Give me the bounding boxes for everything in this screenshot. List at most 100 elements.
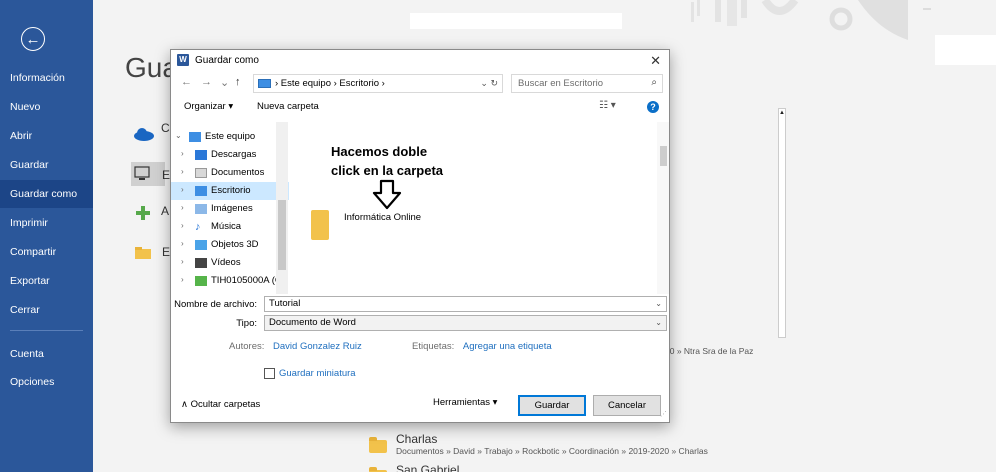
- tools-button[interactable]: Herramientas ▾: [433, 397, 497, 408]
- nav-guardar-como[interactable]: Guardar como: [0, 180, 93, 208]
- chevron-right-icon[interactable]: ›: [181, 257, 184, 266]
- scrollbar-thumb[interactable]: [660, 146, 667, 166]
- filename-input[interactable]: Tutorial ⌄: [264, 296, 667, 312]
- refresh-icon[interactable]: ⌄ ↻: [480, 78, 498, 89]
- chevron-right-icon[interactable]: ›: [181, 275, 184, 284]
- music-icon: ♪: [195, 221, 201, 233]
- tree-item-label: Descargas: [211, 149, 257, 160]
- recent-item-charlas[interactable]: Charlas Documentos » David » Trabajo » R…: [396, 432, 708, 456]
- folder-icon[interactable]: [311, 210, 329, 240]
- tags-value[interactable]: Agregar una etiqueta: [463, 341, 552, 352]
- close-icon[interactable]: ✕: [650, 53, 661, 69]
- computer-icon: [189, 132, 201, 142]
- nav-guardar[interactable]: Guardar: [0, 151, 93, 179]
- tree-item-este-equipo[interactable]: ⌄ Este equipo: [171, 128, 289, 146]
- address-row: ← → ⌄ ↑ › Este equipo › Escritorio › ⌄ ↻…: [171, 73, 669, 95]
- tree-item-descargas[interactable]: › Descargas: [171, 146, 289, 164]
- nav-exportar[interactable]: Exportar: [0, 267, 93, 295]
- nav-nuevo[interactable]: Nuevo: [0, 93, 93, 121]
- save-thumbnail-checkbox[interactable]: [264, 368, 275, 379]
- chevron-right-icon[interactable]: ›: [181, 149, 184, 158]
- navigation-scrollbar[interactable]: [276, 122, 288, 294]
- navigation-pane: ⌄ Este equipo › Descargas › Documentos ›…: [171, 122, 289, 292]
- authors-label: Autores:: [229, 341, 265, 352]
- forward-icon[interactable]: →: [201, 76, 212, 88]
- dialog-titlebar[interactable]: W Guardar como ✕: [171, 50, 669, 72]
- chevron-right-icon[interactable]: ›: [181, 221, 184, 230]
- search-input[interactable]: Buscar en Escritorio ⌕: [511, 74, 663, 93]
- location-label: A: [161, 204, 170, 218]
- tree-item-local-disk[interactable]: › TIH0105000A (C:: [171, 272, 289, 290]
- hide-folders-button[interactable]: ∧ Ocultar carpetas: [181, 399, 260, 410]
- chevron-right-icon[interactable]: ›: [181, 203, 184, 212]
- tree-item-label: Imágenes: [211, 203, 253, 214]
- tags-label: Etiquetas:: [412, 341, 455, 352]
- annotation-text: Hacemos doble click en la carpeta: [331, 144, 444, 178]
- save-button[interactable]: Guardar: [518, 395, 586, 416]
- back-arrow-icon[interactable]: ←: [21, 27, 45, 51]
- nav-opciones[interactable]: Opciones: [0, 368, 93, 396]
- organize-button[interactable]: Organizar ▾: [184, 101, 233, 112]
- tree-item-imagenes[interactable]: › Imágenes: [171, 200, 289, 218]
- chevron-down-icon[interactable]: ⌄: [655, 316, 662, 330]
- tree-item-escritorio[interactable]: › Escritorio: [171, 182, 289, 200]
- address-path[interactable]: › Este equipo › Escritorio ›: [275, 78, 385, 89]
- new-folder-button[interactable]: Nueva carpeta: [257, 101, 319, 112]
- help-icon[interactable]: ?: [647, 101, 659, 113]
- nav-informacion[interactable]: Información: [0, 64, 93, 92]
- type-select[interactable]: Documento de Word ⌄: [264, 315, 667, 331]
- pictures-icon: [195, 204, 207, 214]
- chevron-right-icon[interactable]: ›: [181, 167, 184, 176]
- nav-compartir[interactable]: Compartir: [0, 238, 93, 266]
- cancel-button[interactable]: Cancelar: [593, 395, 661, 416]
- tree-item-musica[interactable]: › ♪ Música: [171, 218, 289, 236]
- location-este-equipo[interactable]: E: [131, 162, 170, 186]
- nav-abrir[interactable]: Abrir: [0, 122, 93, 150]
- computer-icon: [134, 166, 150, 180]
- plus-icon: [136, 206, 150, 220]
- cube-icon: [195, 240, 207, 250]
- nav-cuenta[interactable]: Cuenta: [0, 340, 93, 368]
- recent-item-san-gabriel[interactable]: San Gabriel: [396, 463, 459, 472]
- account-area-blank: [935, 35, 996, 65]
- tree-item-label: Música: [211, 221, 242, 232]
- recent-panel-scrollbar[interactable]: ▲: [778, 108, 786, 338]
- up-icon[interactable]: ↑: [235, 76, 241, 88]
- tree-item-videos[interactable]: › Vídeos: [171, 254, 289, 272]
- chevron-right-icon[interactable]: ›: [181, 185, 184, 194]
- tree-item-label: Escritorio: [211, 185, 251, 196]
- chevron-down-icon[interactable]: ⌄: [655, 297, 662, 311]
- dialog-footer: ∧ Ocultar carpetas Herramientas ▾ Guarda…: [171, 390, 669, 420]
- computer-icon: [258, 79, 271, 88]
- tree-item-documentos[interactable]: › Documentos: [171, 164, 289, 182]
- recent-locations-icon[interactable]: ⌄: [220, 76, 229, 89]
- scrollbar-thumb[interactable]: [278, 200, 286, 270]
- resize-grip-icon[interactable]: ⋰: [660, 410, 667, 418]
- location-onedrive[interactable]: C: [131, 121, 170, 146]
- file-pane-scrollbar[interactable]: [657, 122, 669, 294]
- location-add-place[interactable]: A: [131, 202, 169, 226]
- document-icon: [195, 168, 207, 178]
- tree-item-label: Este equipo: [205, 131, 256, 142]
- recent-item-title: San Gabriel: [396, 463, 460, 472]
- tree-item-objetos-3d[interactable]: › Objetos 3D: [171, 236, 289, 254]
- nav-cerrar[interactable]: Cerrar: [0, 296, 93, 324]
- decorative-pattern: [683, 0, 943, 40]
- nav-imprimir[interactable]: Imprimir: [0, 209, 93, 237]
- view-options-icon[interactable]: ☷ ▾: [599, 100, 616, 111]
- scroll-up-icon[interactable]: ▲: [779, 109, 785, 117]
- authors-value[interactable]: David Gonzalez Ruiz: [273, 341, 362, 352]
- drive-icon: [195, 276, 207, 286]
- search-icon[interactable]: ⌕: [651, 77, 657, 88]
- folder-informatica-online[interactable]: Informática Online: [344, 212, 421, 223]
- address-bar[interactable]: › Este equipo › Escritorio › ⌄ ↻: [253, 74, 503, 93]
- back-icon[interactable]: ←: [181, 76, 192, 88]
- chevron-down-icon[interactable]: ⌄: [175, 131, 182, 140]
- location-browse[interactable]: E: [131, 242, 170, 266]
- filename-value: Tutorial: [269, 298, 301, 309]
- file-pane: Hacemos doble click en la carpeta Inform…: [291, 122, 657, 290]
- save-thumbnail-label[interactable]: Guardar miniatura: [279, 368, 356, 379]
- backstage-sidebar: ← Información Nuevo Abrir Guardar Guarda…: [0, 0, 93, 472]
- chevron-right-icon[interactable]: ›: [181, 239, 184, 248]
- recent-item-title: Charlas: [396, 432, 438, 446]
